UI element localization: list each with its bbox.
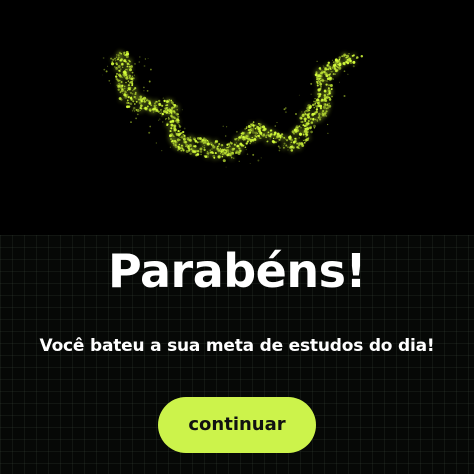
celebration-screen: Parabéns! Você bateu a sua meta de estud… [0, 0, 474, 474]
continue-button[interactable]: continuar [158, 397, 316, 453]
page-title: Parabéns! [108, 244, 366, 298]
celebration-hero [0, 0, 474, 235]
glowing-particle-ring-icon [102, 50, 364, 168]
goal-message: Você bateu a sua meta de estudos do dia! [39, 336, 435, 356]
